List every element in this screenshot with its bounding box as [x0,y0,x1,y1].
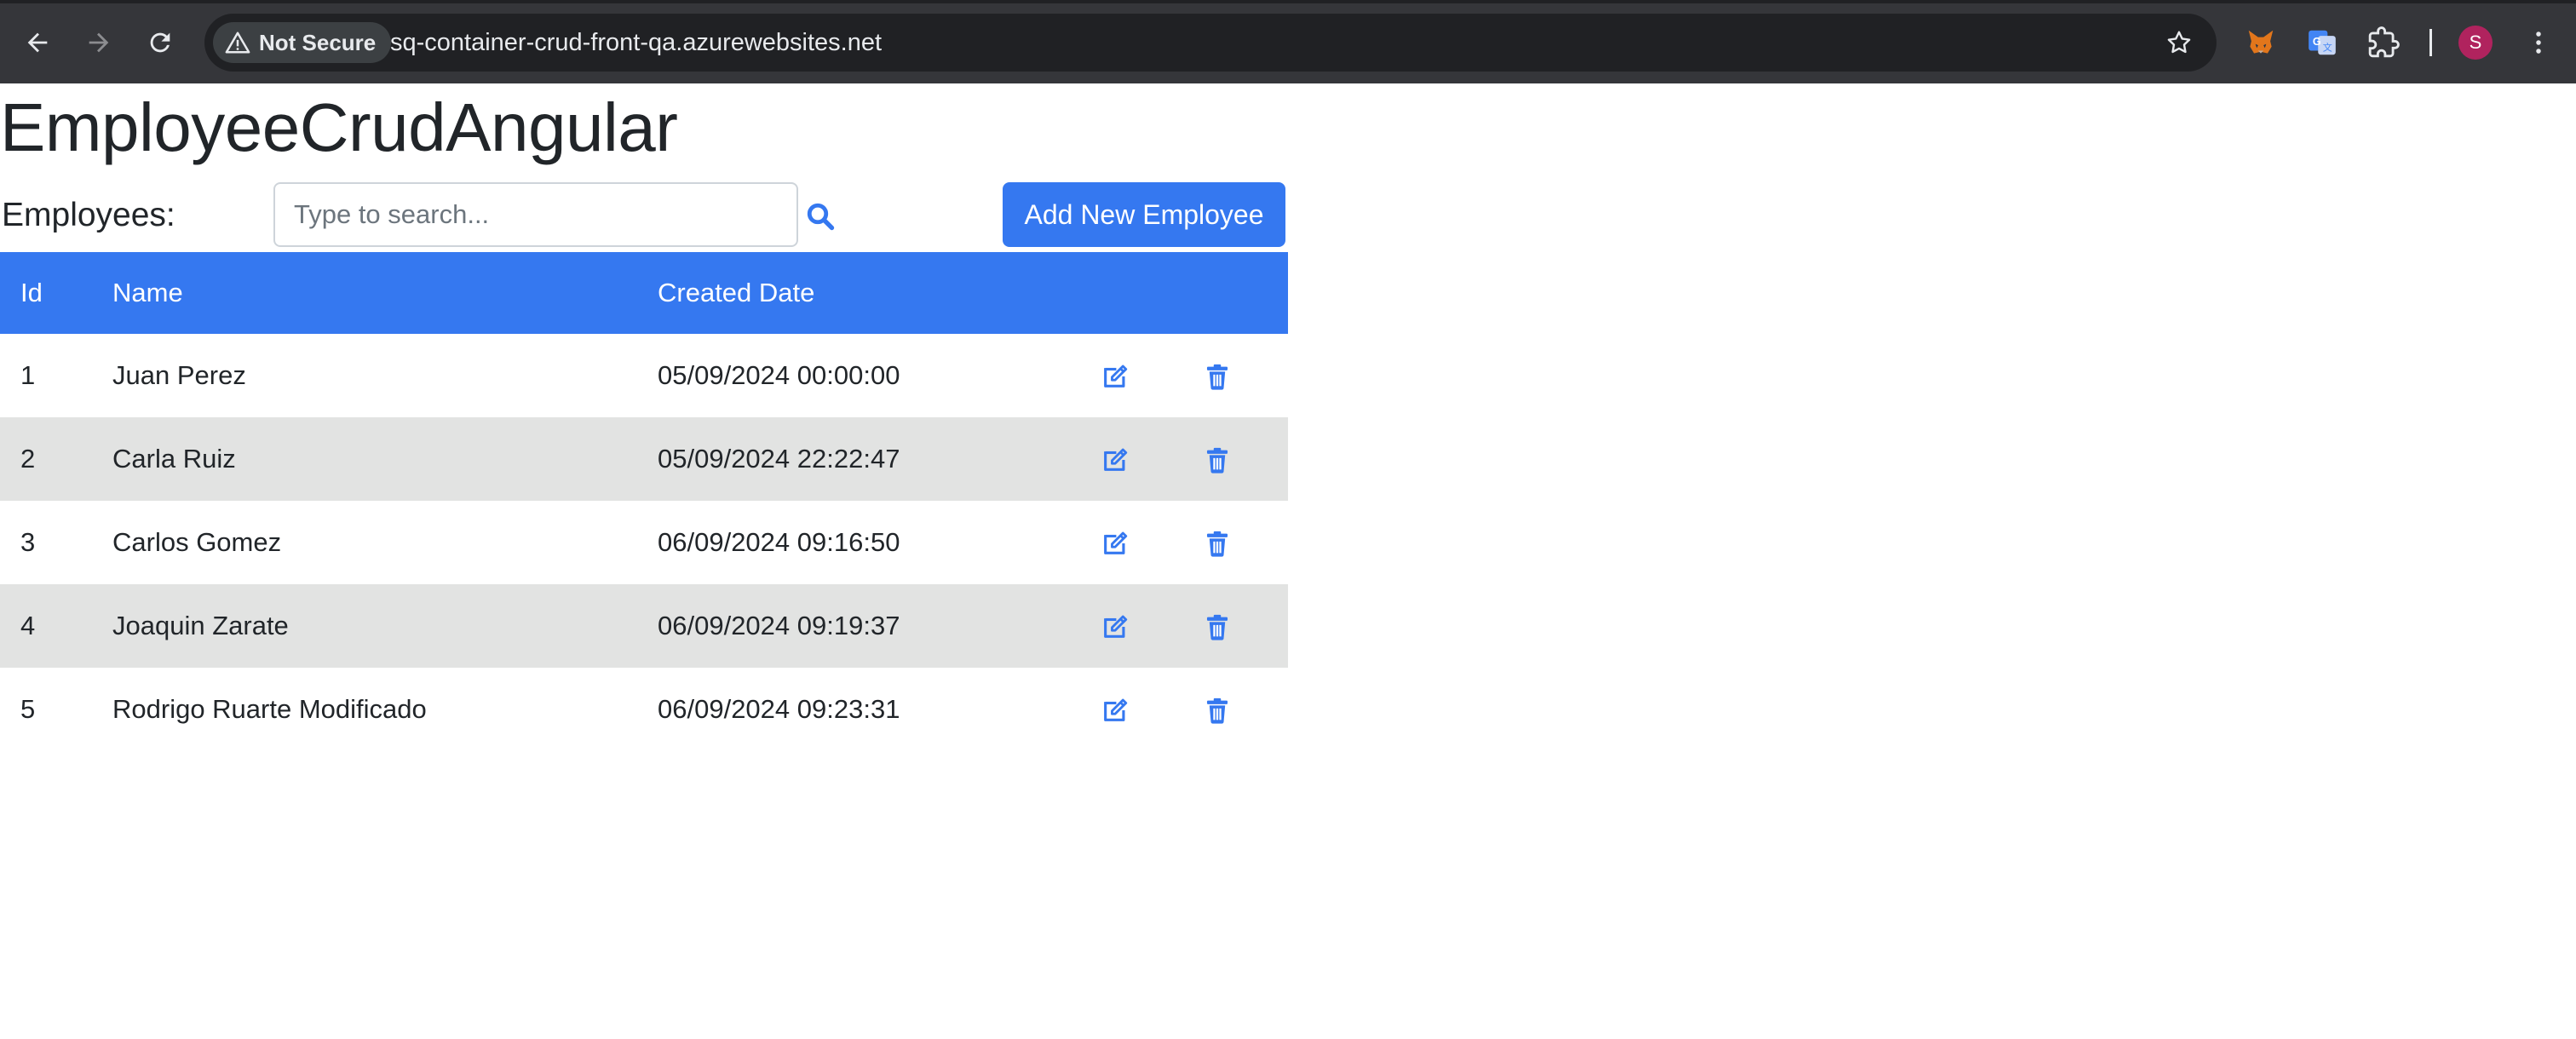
table-row: 5 Rodrigo Ruarte Modificado 06/09/2024 09:… [0,668,1288,751]
edit-button[interactable] [1101,444,1130,475]
table-row: 1 Juan Perez 05/09/2024 00:00:00 [0,334,1288,417]
profile-avatar[interactable]: S [2458,26,2493,60]
table-header-row: Id Name Created Date [0,252,1288,334]
edit-button[interactable] [1101,611,1130,642]
cell-id: 4 [0,584,92,668]
trash-icon[interactable] [1203,696,1232,725]
cell-delete [1189,334,1288,417]
svg-text:G: G [2313,36,2321,48]
header-delete [1189,252,1288,334]
cell-edit [1092,668,1189,751]
page-title: EmployeeCrudAngular [0,89,678,165]
add-employee-button[interactable]: Add New Employee [1003,182,1285,247]
cell-delete [1189,584,1288,668]
cell-created-date: 05/09/2024 22:22:47 [637,417,1092,501]
search-input[interactable] [273,182,798,247]
table-row: 2 Carla Ruiz 05/09/2024 22:22:47 [0,417,1288,501]
reload-icon [150,32,170,53]
security-label: Not Secure [259,29,377,55]
kebab-menu-icon [2536,32,2541,54]
back-button[interactable] [12,17,63,68]
toolbar-divider [2429,29,2432,56]
bookmark-button[interactable] [2159,22,2199,63]
reload-button[interactable] [135,17,186,68]
edit-icon[interactable] [1101,696,1130,725]
cell-name: Carlos Gomez [92,501,637,584]
edit-button[interactable] [1101,694,1130,726]
metamask-fox-icon [2248,30,2274,54]
cell-id: 1 [0,334,92,417]
edit-button[interactable] [1101,527,1130,559]
header-id: Id [0,252,92,334]
translate-extension[interactable]: G 文 [2302,22,2343,63]
delete-button[interactable] [1203,694,1232,726]
delete-button[interactable] [1203,527,1232,559]
cell-delete [1189,668,1288,751]
cell-delete [1189,417,1288,501]
cell-created-date: 06/09/2024 09:16:50 [637,501,1092,584]
edit-icon[interactable] [1101,612,1130,641]
cell-delete [1189,501,1288,584]
employees-label: Employees: [2,197,175,233]
cell-name: Juan Perez [92,334,637,417]
svg-text:文: 文 [2323,42,2332,54]
cell-name: Joaquin Zarate [92,584,637,668]
star-icon [2167,31,2191,54]
cell-created-date: 06/09/2024 09:23:31 [637,668,1092,751]
google-translate-icon: G 文 [2309,30,2336,55]
arrow-left-icon [27,32,48,53]
url-text[interactable]: sq-container-crud-front-qa.azurewebsites… [390,14,882,72]
arrow-right-icon [89,32,109,53]
table-row: 3 Carlos Gomez 06/09/2024 09:16:50 [0,501,1288,584]
cell-id: 5 [0,668,92,751]
employees-table: Id Name Created Date 1 Juan Perez 05/09/20… [0,252,1288,751]
cell-id: 3 [0,501,92,584]
header-created-date: Created Date [637,252,1092,334]
trash-icon[interactable] [1203,445,1232,474]
tab-strip [0,0,2576,3]
cell-edit [1092,584,1189,668]
table-body: 1 Juan Perez 05/09/2024 00:00:00 2 Carla Rui… [0,334,1288,751]
delete-button[interactable] [1203,611,1232,642]
delete-button[interactable] [1203,444,1232,475]
trash-icon[interactable] [1203,362,1232,391]
cell-id: 2 [0,417,92,501]
address-bar[interactable]: Not Secure sq-container-crud-front-qa.az… [204,14,2217,72]
edit-icon[interactable] [1101,529,1130,558]
delete-button[interactable] [1203,360,1232,392]
edit-icon[interactable] [1101,445,1130,474]
puzzle-piece-icon [2368,26,2400,58]
header-edit [1092,252,1189,334]
trash-icon[interactable] [1203,529,1232,558]
cell-edit [1092,417,1189,501]
cell-created-date: 05/09/2024 00:00:00 [637,334,1092,417]
cell-created-date: 06/09/2024 09:19:37 [637,584,1092,668]
table-row: 4 Joaquin Zarate 06/09/2024 09:19:37 [0,584,1288,668]
search-icon[interactable] [805,201,836,232]
header-name: Name [92,252,637,334]
cell-name: Rodrigo Ruarte Modificado [92,668,637,751]
edit-button[interactable] [1101,360,1130,392]
metamask-extension[interactable] [2240,22,2281,63]
extensions-button[interactable] [2363,22,2404,63]
warning-triangle-icon [225,32,250,54]
browser-menu-button[interactable] [2521,22,2556,63]
trash-icon[interactable] [1203,612,1232,641]
edit-icon[interactable] [1101,362,1130,391]
cell-edit [1092,501,1189,584]
cell-edit [1092,334,1189,417]
forward-button[interactable] [73,17,124,68]
cell-name: Carla Ruiz [92,417,637,501]
security-indicator[interactable]: Not Secure [213,22,392,63]
browser-toolbar: Not Secure sq-container-crud-front-qa.az… [0,0,2576,83]
